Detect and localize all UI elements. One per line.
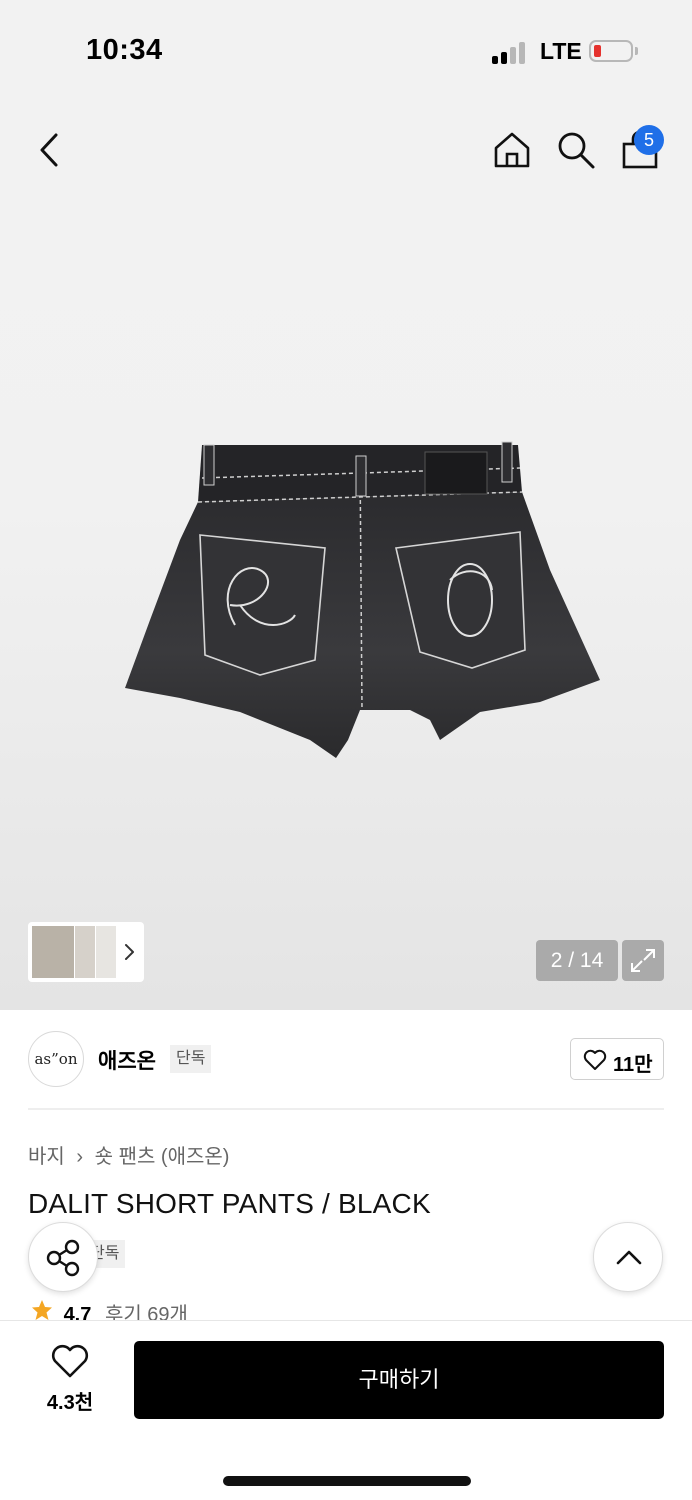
chevron-right-icon[interactable] bbox=[120, 940, 138, 964]
buy-button[interactable]: 구매하기 bbox=[134, 1341, 664, 1419]
battery-cap bbox=[635, 47, 638, 55]
wishlist-count: 4.3천 bbox=[46, 1392, 94, 1414]
brand-exclusive-tag: 단독 bbox=[170, 1045, 212, 1073]
home-indicator[interactable] bbox=[223, 1476, 471, 1486]
expand-icon[interactable] bbox=[622, 940, 664, 981]
search-icon[interactable] bbox=[556, 130, 596, 170]
status-time: 10:34 bbox=[86, 34, 163, 66]
cart-badge: 5 bbox=[634, 125, 664, 155]
scroll-top-button[interactable] bbox=[593, 1222, 663, 1292]
share-button[interactable] bbox=[28, 1222, 98, 1292]
chevron-up-icon bbox=[616, 1250, 642, 1265]
home-icon[interactable] bbox=[492, 130, 532, 170]
heart-icon[interactable] bbox=[50, 1343, 90, 1379]
breadcrumb-item[interactable]: 숏 팬츠 (애즈온) bbox=[95, 1140, 230, 1169]
brand-like-count: 11만 bbox=[613, 1054, 653, 1076]
thumbnail-image[interactable] bbox=[32, 926, 74, 978]
brand-logo[interactable]: as”on bbox=[28, 1031, 84, 1087]
thumbnail-image[interactable] bbox=[75, 926, 95, 978]
breadcrumb-item[interactable]: 바지 bbox=[28, 1140, 65, 1169]
heart-icon bbox=[583, 1049, 607, 1070]
image-page-counter: 2 / 14 bbox=[536, 940, 618, 981]
thumbnail-image[interactable] bbox=[96, 926, 116, 978]
brand-name[interactable]: 애즈온 bbox=[98, 1045, 156, 1075]
signal-icon bbox=[492, 40, 528, 64]
network-label: LTE bbox=[540, 38, 582, 64]
product-title: DALIT SHORT PANTS / BLACK bbox=[28, 1188, 431, 1219]
divider bbox=[28, 1108, 664, 1110]
product-image[interactable] bbox=[120, 440, 605, 760]
breadcrumb: 바지 › 숏 팬츠 (애즈온) bbox=[28, 1140, 229, 1169]
chevron-left-icon[interactable] bbox=[34, 130, 68, 170]
star-icon bbox=[32, 1300, 52, 1320]
battery-icon bbox=[589, 40, 633, 62]
rating-row[interactable]: 4.7 후기 69개 bbox=[30, 1298, 188, 1322]
brand-like-button[interactable]: 11만 bbox=[570, 1038, 664, 1080]
chevron-right-icon: › bbox=[76, 1146, 84, 1168]
share-icon bbox=[46, 1239, 80, 1277]
